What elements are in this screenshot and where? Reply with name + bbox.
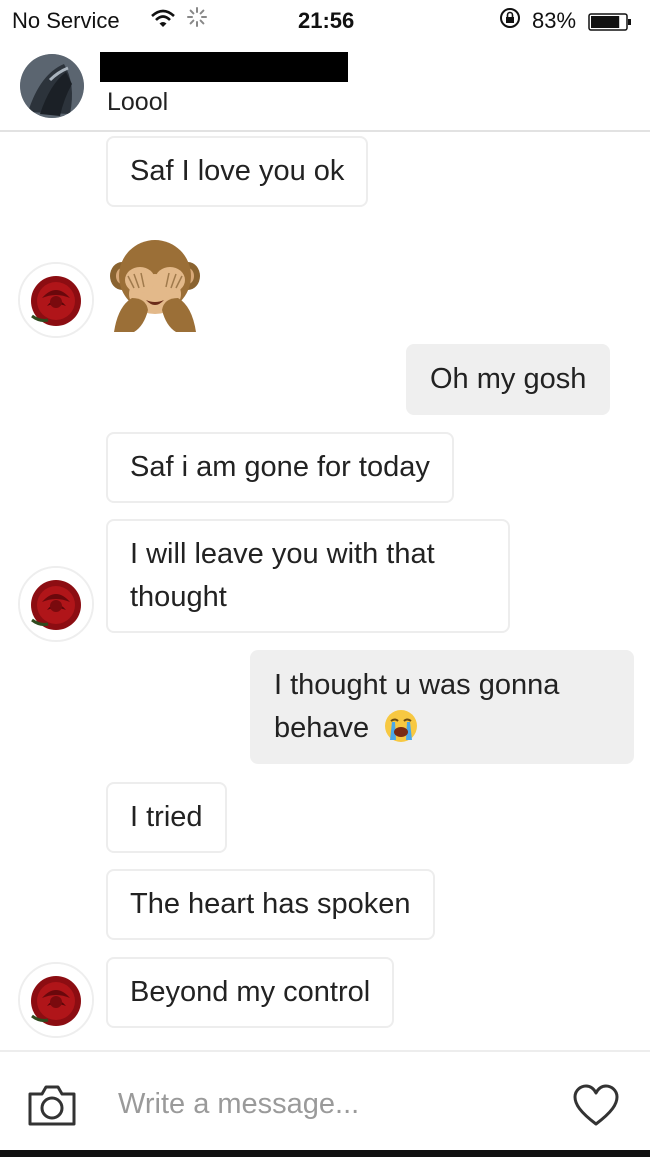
header-subtitle: Loool: [107, 88, 169, 116]
see-no-evil-monkey-icon: [106, 236, 204, 334]
rose-avatar: [18, 262, 94, 338]
redacted-contact-name: [100, 52, 348, 82]
contact-avatar[interactable]: [20, 54, 84, 118]
message-received: Saf I love you ok: [106, 136, 369, 207]
wifi-icon: [150, 6, 176, 38]
clock: 21:56: [298, 8, 355, 33]
rotation-lock-icon: [498, 6, 522, 36]
status-bar: No Service 21:56 83%: [0, 0, 650, 42]
bottom-edge: [0, 1150, 650, 1157]
message-received: I tried: [106, 782, 227, 853]
message-composer: Write a message...: [0, 1050, 650, 1157]
heart-icon[interactable]: [572, 1084, 620, 1128]
chat-screen: No Service 21:56 83% Loool Saf I love yo…: [0, 0, 650, 1157]
camera-icon[interactable]: [26, 1080, 78, 1128]
battery-icon: [588, 11, 632, 31]
activity-spinner-icon: [186, 6, 208, 34]
rose-avatar: [18, 962, 94, 1038]
loudly-crying-face-icon: [383, 708, 419, 744]
rose-avatar: [18, 566, 94, 642]
battery-percent: 83%: [532, 8, 577, 33]
message-received: I will leave you with that thought: [106, 519, 510, 633]
conversation-header: Loool: [0, 42, 650, 132]
message-received: Saf i am gone for today: [106, 432, 454, 503]
message-received: The heart has spoken: [106, 869, 435, 940]
message-input[interactable]: Write a message...: [118, 1088, 359, 1121]
message-sent: Oh my gosh: [406, 344, 611, 415]
message-received: Beyond my control: [106, 957, 395, 1028]
carrier-label: No Service: [12, 8, 120, 33]
message-sent: I thought u was gonna behave: [250, 650, 634, 764]
